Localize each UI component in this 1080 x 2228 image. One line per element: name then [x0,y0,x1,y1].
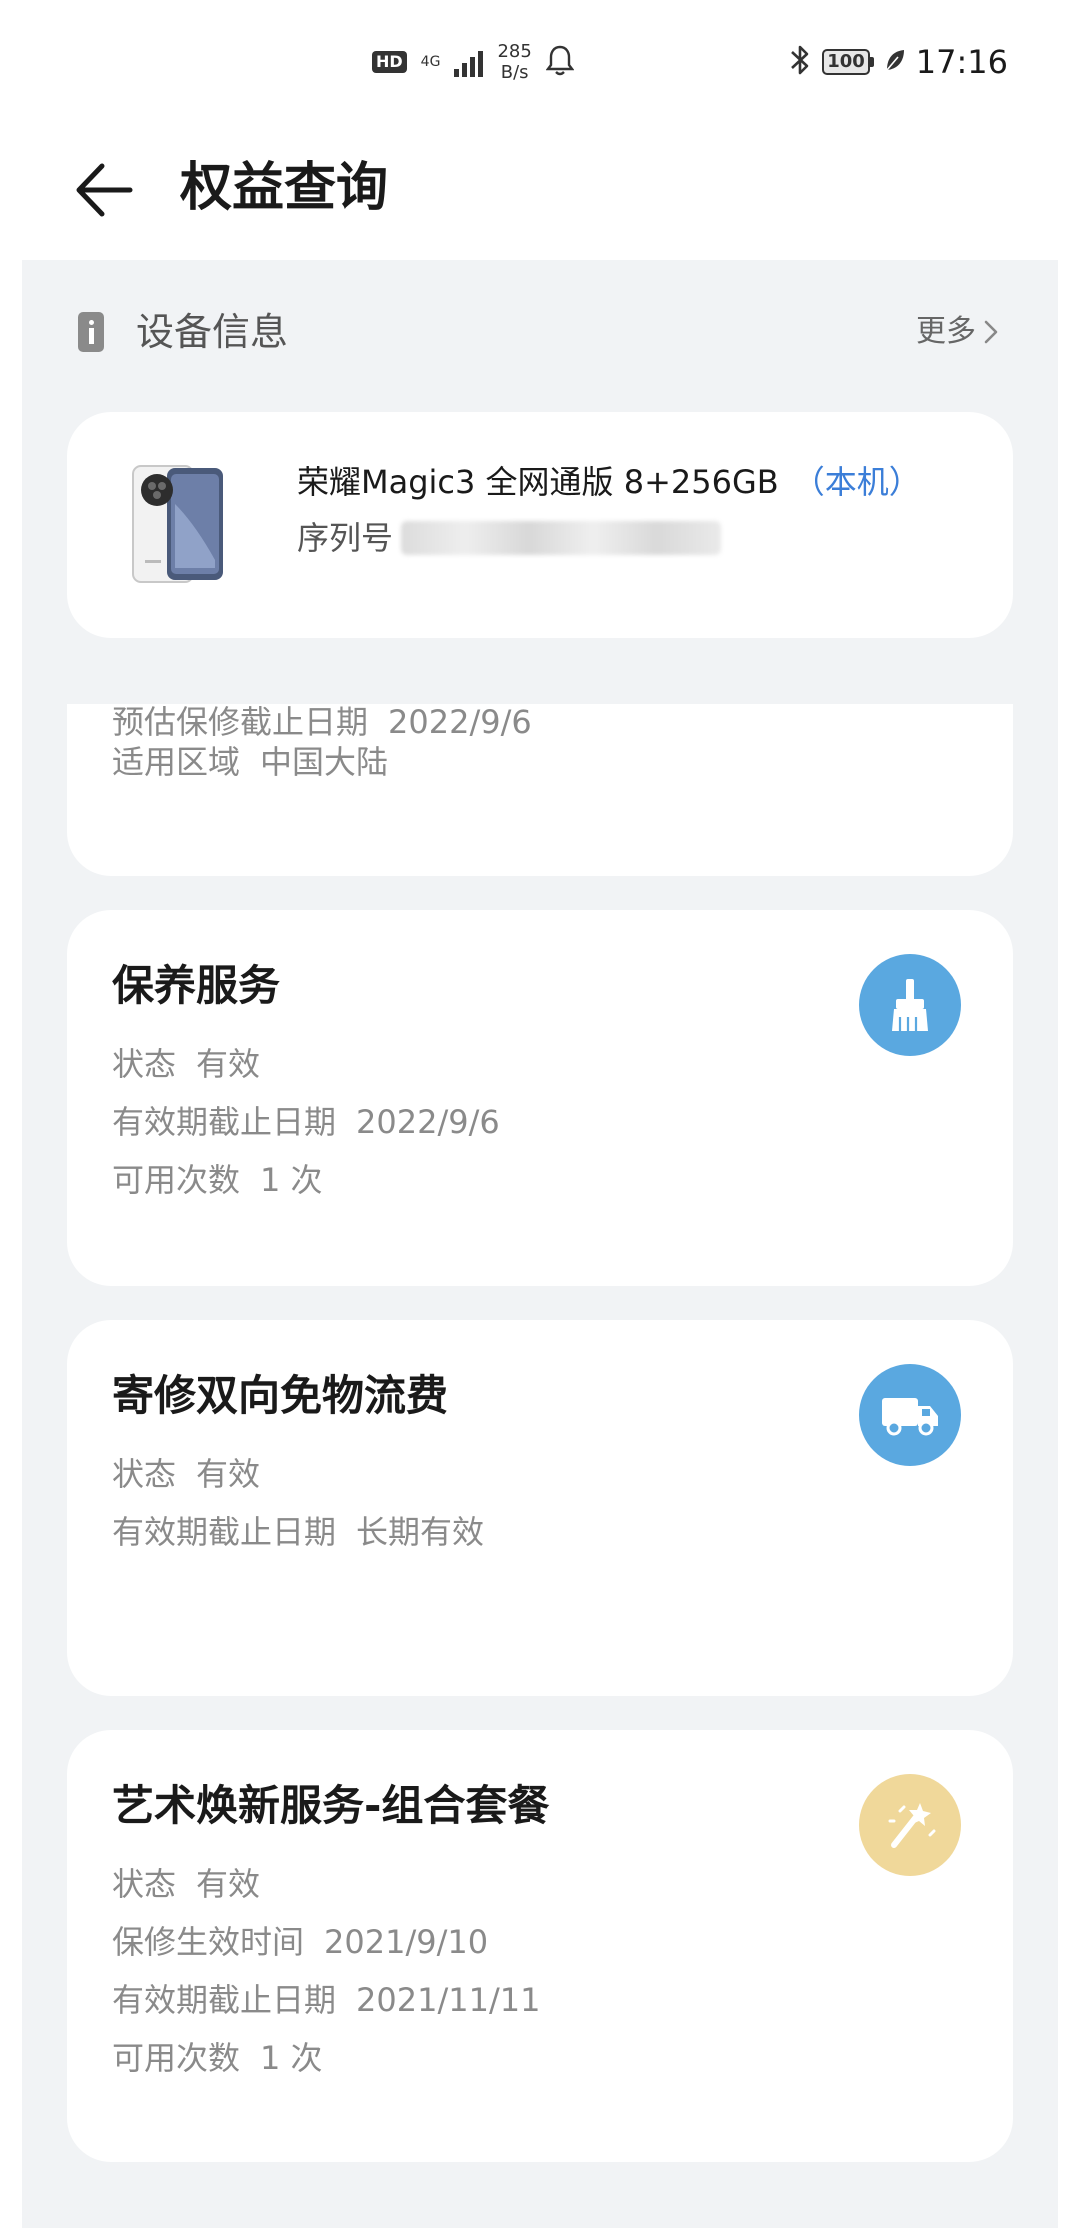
chevron-right-icon [984,320,998,344]
network-speed: 285 B/s [497,41,531,83]
clock: 17:16 [915,43,1008,81]
row-value: 2021/11/11 [356,1981,541,2019]
battery-level: 100 [822,49,870,75]
row-value: 2022/9/6 [388,703,532,741]
device-info-header: 设备信息 更多 [22,260,1058,390]
service-card-art-renewal[interactable]: 艺术焕新服务-组合套餐 状态 有效 保修生效时间 2021/9/10 有效期截止日期… [67,1730,1013,2162]
status-row: 状态 有效 [112,1860,260,1908]
service-card-free-shipping[interactable]: 寄修双向免物流费 状态 有效 有效期截止日期 长期有效 [67,1320,1013,1696]
status-bar-right: 100 17:16 [788,36,1008,88]
row-value: 中国大陆 [260,743,389,781]
network-speed-value: 285 [497,41,532,62]
row-label: 有效期截止日期 [112,1981,337,2019]
leaf-icon [884,47,906,77]
main-content[interactable]: 设备信息 更多 荣耀Magic3 全网通版 8+256GB （本机） 序列号 预… [22,260,1058,2228]
row-value: 1 次 [260,2039,323,2077]
app-header: 权益查询 [0,120,1080,260]
network-type: 4G [420,54,441,70]
more-label: 更多 [916,314,976,349]
service-title: 寄修双向免物流费 [112,1371,449,1420]
row-label: 有效期截止日期 [112,1103,337,1141]
row-value: 1 次 [260,1161,323,1199]
magic-wand-icon [859,1774,961,1876]
row-value: 有效 [196,1455,261,1493]
hd-badge: HD [372,51,407,73]
row-value: 有效 [196,1045,261,1083]
row-value: 长期有效 [356,1513,485,1551]
serial-number-row: 序列号 [297,514,722,562]
row-label: 可用次数 [112,2039,241,2077]
battery-icon: 100 [822,49,874,75]
row-label: 预估保修截止日期 [112,703,369,741]
service-card-maintenance[interactable]: 保养服务 状态 有效 有效期截止日期 2022/9/6 可用次数 1 次 [67,910,1013,1286]
network-speed-unit: B/s [500,62,529,83]
row-label: 状态 [112,1045,177,1083]
device-name: 荣耀Magic3 全网通版 8+256GB （本机） [297,458,921,506]
row-label: 适用区域 [112,743,241,781]
status-row: 状态 有效 [112,1450,260,1498]
phone-image [132,465,223,583]
bluetooth-icon [788,43,812,81]
row-label: 状态 [112,1455,177,1493]
usage-count-row: 可用次数 1 次 [112,2034,323,2082]
row-label: 状态 [112,1865,177,1903]
expiry-row: 有效期截止日期 2021/11/11 [112,1976,540,2024]
truck-icon [859,1364,961,1466]
serial-label: 序列号 [297,519,394,557]
device-model: 荣耀Magic3 全网通版 8+256GB [297,463,779,501]
status-bar: HD 4G 285 B/s 100 17:16 [0,0,1080,120]
serial-number-redacted [401,521,722,555]
row-label: 有效期截止日期 [112,1513,337,1551]
back-button[interactable] [64,150,144,230]
back-arrow-icon [76,163,133,217]
row-value: 2022/9/6 [356,1103,500,1141]
row-label: 可用次数 [112,1161,241,1199]
this-device-tag: （本机） [792,463,921,501]
warranty-start-row: 保修生效时间 2021/9/10 [112,1918,488,1966]
service-title: 艺术焕新服务-组合套餐 [112,1781,550,1830]
notification-bell-icon [545,44,575,80]
row-value: 2021/9/10 [324,1923,489,1961]
signal-strength-icon [454,47,484,77]
service-title: 保养服务 [112,961,281,1010]
section-title: 设备信息 [136,310,289,354]
page-title: 权益查询 [180,158,389,218]
usage-count-row: 可用次数 1 次 [112,1156,323,1204]
status-row: 状态 有效 [112,1040,260,1088]
device-card[interactable]: 荣耀Magic3 全网通版 8+256GB （本机） 序列号 [67,412,1013,638]
brush-icon [859,954,961,1056]
expiry-row: 有效期截止日期 2022/9/6 [112,1098,500,1146]
expiry-row: 有效期截止日期 长期有效 [112,1508,484,1556]
row-label: 保修生效时间 [112,1923,305,1961]
more-link[interactable]: 更多 [916,306,1000,358]
info-icon [78,312,104,352]
warranty-card[interactable]: 预估保修截止日期 2022/9/6 适用区域 中国大陆 [67,703,1013,876]
row-value: 有效 [196,1865,261,1903]
status-bar-left: HD 4G 285 B/s [372,36,575,88]
applicable-region-row: 适用区域 中国大陆 [112,738,388,786]
